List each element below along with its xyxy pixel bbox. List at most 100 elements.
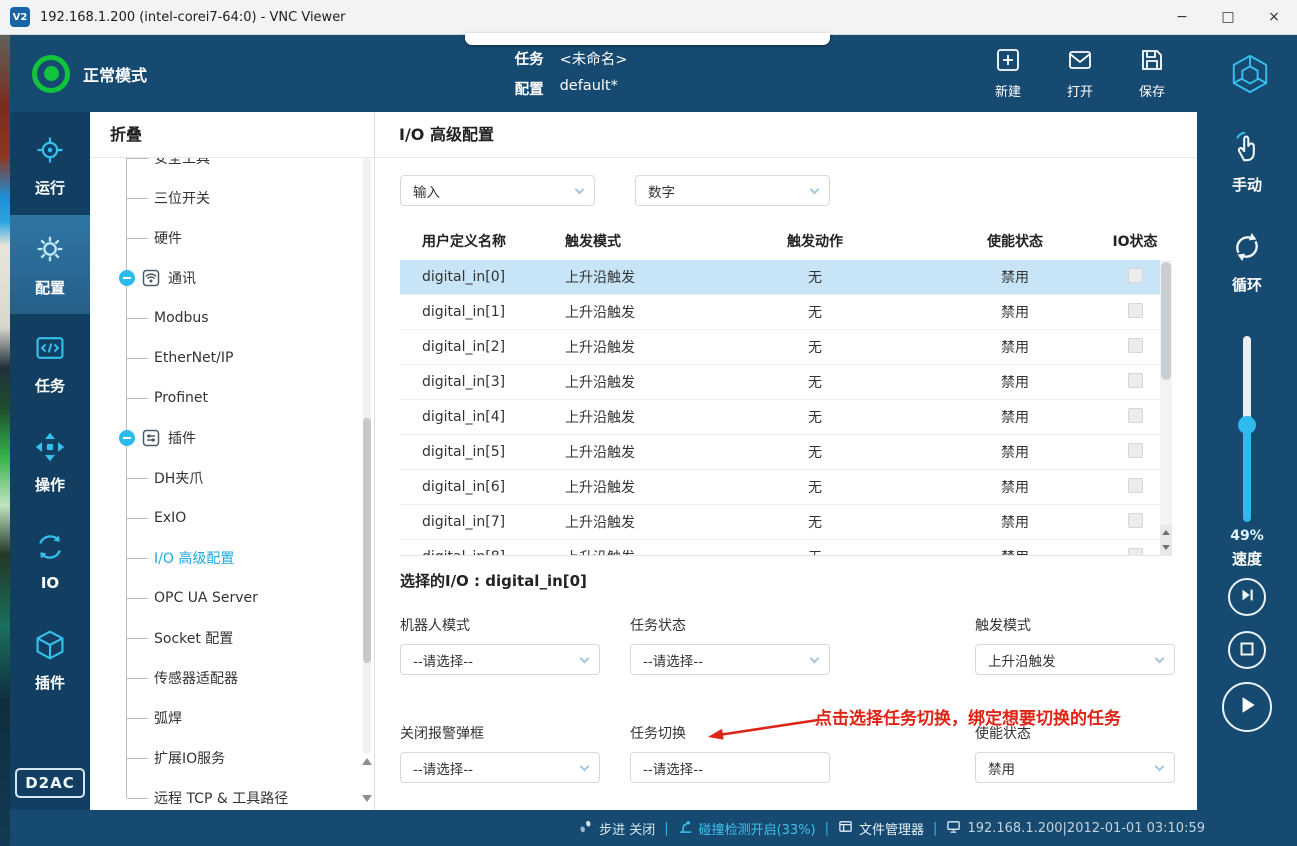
- sidebar-item-run[interactable]: 运行: [10, 116, 90, 215]
- io-direction-select[interactable]: 输入: [400, 175, 595, 206]
- io-state-checkbox[interactable]: [1127, 372, 1143, 388]
- cell-trigger: 上升沿触发: [565, 445, 635, 461]
- cell-name: digital_in[1]: [422, 304, 506, 320]
- table-row[interactable]: digital_in[6] 上升沿触发 无 禁用: [400, 470, 1160, 505]
- sidebar-item-io[interactable]: IO: [10, 512, 90, 611]
- tree-item-profinet[interactable]: Profinet: [90, 378, 374, 418]
- robot-mode-select[interactable]: --请选择--: [400, 644, 600, 675]
- cell-enable: 禁用: [1001, 445, 1029, 461]
- io-state-checkbox[interactable]: [1127, 302, 1143, 318]
- tree-item-socket-config[interactable]: Socket 配置: [90, 618, 374, 658]
- tree-item-remote-tcp-tool-path[interactable]: 远程 TCP & 工具路径: [90, 778, 374, 810]
- file-manager-icon: [838, 819, 853, 838]
- io-type-select[interactable]: 数字: [635, 175, 830, 206]
- scroll-down-icon: [1162, 545, 1170, 550]
- enable-state-select[interactable]: 禁用: [975, 752, 1175, 783]
- io-state-checkbox[interactable]: [1127, 512, 1143, 528]
- tree-scrollbar[interactable]: [363, 158, 371, 754]
- tree-item-arc-welding[interactable]: 弧焊: [90, 698, 374, 738]
- table-row[interactable]: digital_in[4] 上升沿触发 无 禁用: [400, 400, 1160, 435]
- speed-slider[interactable]: [1238, 336, 1256, 522]
- play-icon: [1236, 694, 1258, 720]
- task-state-select[interactable]: --请选择--: [630, 644, 830, 675]
- col-trigger-action: 触发动作: [787, 234, 843, 250]
- connection-info-text: 192.168.1.200|2012-01-01 03:10:59: [967, 820, 1205, 836]
- status-separator: |: [933, 820, 938, 836]
- sidebar-item-task[interactable]: 任务: [10, 314, 90, 413]
- vnc-toolbar-notch[interactable]: [465, 33, 830, 45]
- table-row[interactable]: digital_in[5] 上升沿触发 无 禁用: [400, 435, 1160, 470]
- tree-item-dh-gripper[interactable]: DH夹爪: [90, 458, 374, 498]
- table-body: digital_in[0] 上升沿触发 无 禁用 digital_in[1] 上…: [400, 260, 1172, 556]
- close-alarm-popup-label: 关闭报警弹框: [400, 726, 484, 742]
- io-state-checkbox[interactable]: [1127, 267, 1143, 283]
- tree-item-hardware[interactable]: 硬件: [90, 218, 374, 258]
- trigger-mode-select[interactable]: 上升沿触发: [975, 644, 1175, 675]
- tree-item-sensor-adapter[interactable]: 传感器适配器: [90, 658, 374, 698]
- tree-item-plugins[interactable]: 插件: [90, 418, 374, 458]
- io-state-checkbox[interactable]: [1127, 477, 1143, 493]
- io-state-checkbox[interactable]: [1127, 547, 1143, 555]
- speed-percent: 49%: [1230, 528, 1264, 544]
- tree-scrollbar-thumb[interactable]: [363, 418, 371, 663]
- task-switch-select[interactable]: --请选择--: [630, 752, 830, 783]
- table-scrollbar-thumb[interactable]: [1161, 262, 1171, 380]
- save-icon: [1139, 47, 1165, 77]
- table-scroll-down-button[interactable]: [1160, 540, 1172, 555]
- io-state-checkbox[interactable]: [1127, 442, 1143, 458]
- speed-slider-thumb[interactable]: [1238, 416, 1256, 435]
- table-row[interactable]: digital_in[1] 上升沿触发 无 禁用: [400, 295, 1160, 330]
- tree-item-exio[interactable]: ExIO: [90, 498, 374, 538]
- tree-collapse-title[interactable]: 折叠: [90, 112, 374, 158]
- sliders-icon: [142, 429, 160, 447]
- table-row[interactable]: digital_in[2] 上升沿触发 无 禁用: [400, 330, 1160, 365]
- close-button[interactable]: ×: [1251, 0, 1297, 34]
- open-task-button[interactable]: 打开: [1067, 47, 1093, 100]
- io-state-checkbox[interactable]: [1127, 337, 1143, 353]
- loop-mode-button[interactable]: 循环: [1197, 230, 1297, 295]
- sidebar-item-config[interactable]: 配置: [10, 215, 90, 314]
- io-state-checkbox[interactable]: [1127, 407, 1143, 423]
- step-mode-status[interactable]: 步进 关闭: [578, 819, 655, 838]
- save-task-button[interactable]: 保存: [1139, 47, 1165, 100]
- minimize-button[interactable]: −: [1159, 0, 1205, 34]
- cell-enable: 禁用: [1001, 305, 1029, 321]
- sidebar-item-operate[interactable]: 操作: [10, 413, 90, 512]
- file-manager-button[interactable]: 文件管理器: [838, 819, 924, 838]
- tree-item-communication[interactable]: 通讯: [90, 258, 374, 298]
- stop-icon: [1240, 641, 1254, 660]
- collapse-minus-icon[interactable]: [119, 270, 135, 286]
- new-task-button[interactable]: 新建: [995, 47, 1021, 100]
- table-row-partial[interactable]: digital_in[8] 上升沿触发 无 禁用: [400, 540, 1160, 555]
- scroll-down-icon[interactable]: [362, 795, 372, 802]
- collapse-minus-icon[interactable]: [119, 430, 135, 446]
- config-tree-panel: 折叠 安全工具 三位开关 硬件 通讯 Modbus EtherNet/IP Pr…: [90, 112, 375, 810]
- io-table: 用户定义名称 触发模式 触发动作 使能状态 IO状态 digital_in[0]…: [400, 222, 1172, 556]
- tree-item-opc-ua-server[interactable]: OPC UA Server: [90, 578, 374, 618]
- sidebar-label-plugin: 插件: [34, 673, 65, 692]
- sidebar-item-plugin[interactable]: 插件: [10, 611, 90, 710]
- scroll-up-icon[interactable]: [362, 758, 372, 765]
- maximize-button[interactable]: □: [1205, 0, 1251, 34]
- tree-item-extended-io-service[interactable]: 扩展IO服务: [90, 738, 374, 778]
- cell-action: 无: [808, 410, 822, 426]
- tree-item-three-position-switch[interactable]: 三位开关: [90, 178, 374, 218]
- manual-mode-button[interactable]: 手动: [1197, 130, 1297, 195]
- cell-enable: 禁用: [1001, 480, 1029, 496]
- tree-item-ethernet-ip[interactable]: EtherNet/IP: [90, 338, 374, 378]
- tree-item-safety-tools[interactable]: 安全工具: [90, 158, 374, 178]
- table-row[interactable]: digital_in[3] 上升沿触发 无 禁用: [400, 365, 1160, 400]
- table-scroll-up-button[interactable]: [1160, 525, 1172, 540]
- play-button[interactable]: [1222, 682, 1272, 732]
- step-forward-button[interactable]: [1228, 578, 1266, 616]
- tree-item-io-advanced-config[interactable]: I/O 高级配置: [90, 538, 374, 578]
- table-row[interactable]: digital_in[7] 上升沿触发 无 禁用: [400, 505, 1160, 540]
- cell-name: digital_in[3]: [422, 374, 506, 390]
- cell-name: digital_in[6]: [422, 479, 506, 495]
- table-scrollbar[interactable]: [1160, 260, 1172, 555]
- tree-item-modbus[interactable]: Modbus: [90, 298, 374, 338]
- stop-button[interactable]: [1228, 631, 1266, 669]
- table-row[interactable]: digital_in[0] 上升沿触发 无 禁用: [400, 260, 1160, 295]
- close-alarm-popup-select[interactable]: --请选择--: [400, 752, 600, 783]
- collision-detection-status[interactable]: 碰撞检测开启(33%): [678, 819, 816, 838]
